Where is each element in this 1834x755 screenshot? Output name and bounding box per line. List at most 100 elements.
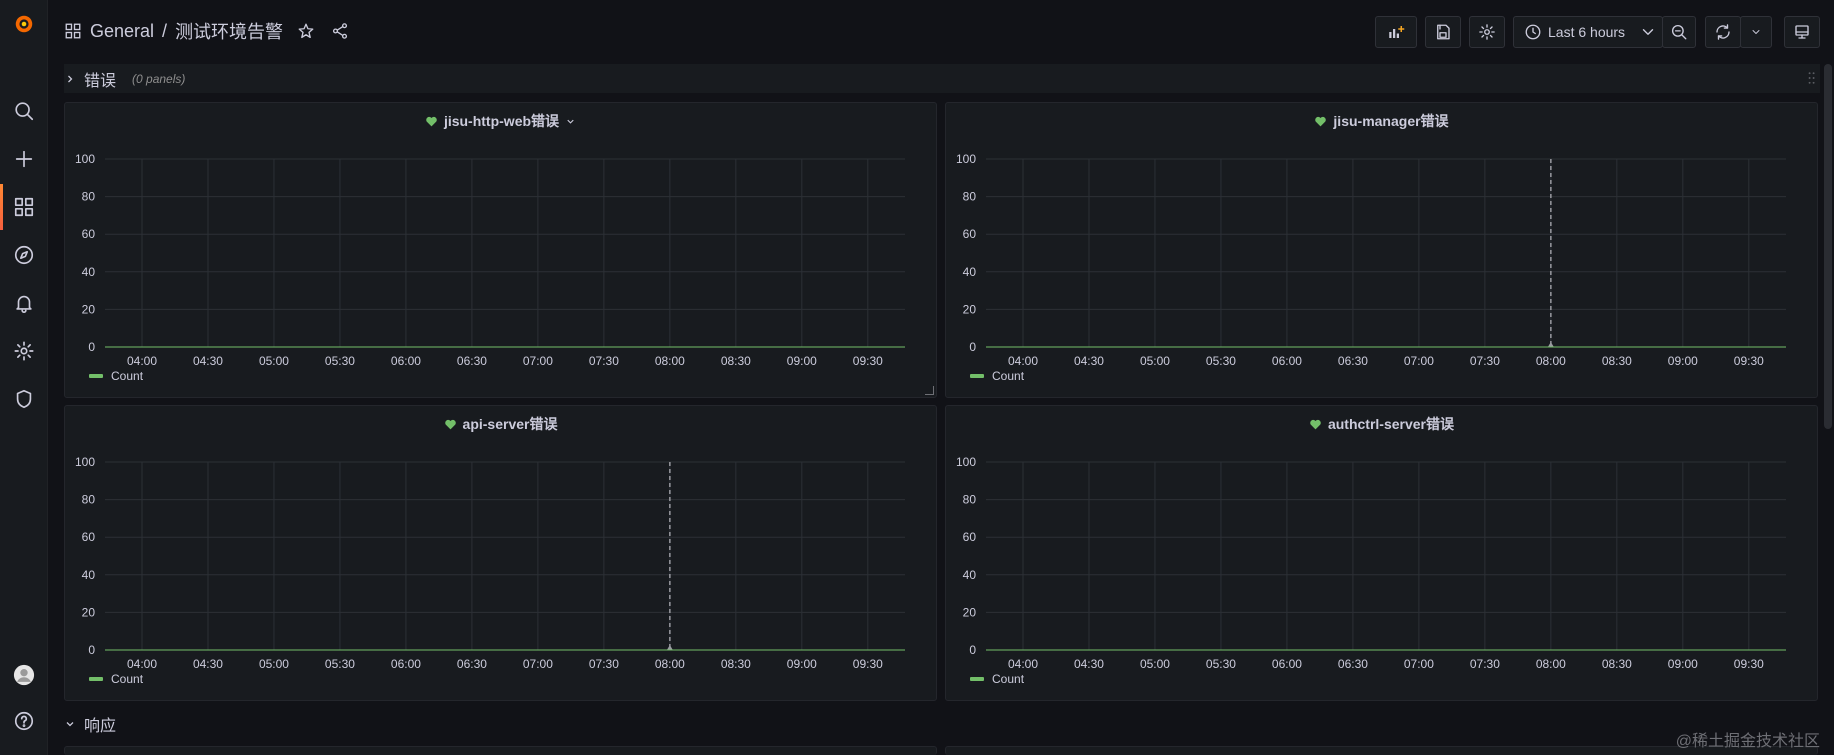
x-tick-label: 08:30: [1602, 354, 1632, 368]
add-panel-button[interactable]: [1375, 16, 1417, 48]
dashboard-title[interactable]: 测试环境告警: [175, 18, 283, 44]
legend-swatch: [970, 374, 984, 378]
active-indicator: [0, 184, 3, 230]
y-tick-label: 0: [969, 643, 976, 657]
x-tick-label: 09:30: [853, 657, 883, 671]
x-tick-label: 08:00: [1536, 657, 1566, 671]
x-tick-label: 05:00: [1140, 657, 1170, 671]
legend-item[interactable]: Count: [89, 672, 143, 686]
chevron-down-icon: [1639, 23, 1657, 41]
x-tick-label: 07:00: [1404, 354, 1434, 368]
y-tick-label: 20: [963, 302, 977, 316]
x-tick-label: 05:00: [259, 354, 289, 368]
side-menu: [0, 0, 48, 755]
graph-panel[interactable]: jisu-manager错误 100 80 60 40 20 0 04:00 04:30 05:…: [945, 102, 1818, 398]
y-tick-label: 20: [963, 605, 977, 619]
grafana-logo-icon[interactable]: [9, 9, 39, 39]
y-tick-label: 60: [82, 530, 96, 544]
dashboard-navbar: General / 测试环境告警 Last 6 hours: [48, 0, 1834, 64]
save-dashboard-button[interactable]: [1425, 16, 1461, 48]
x-tick-label: 05:30: [325, 657, 355, 671]
graph-panel[interactable]: jisu-http-web错误 100 80 60 40 20 0 04:00 04:30 05…: [64, 102, 937, 398]
x-tick-label: 07:00: [523, 354, 553, 368]
breadcrumb-folder[interactable]: General: [90, 21, 154, 42]
y-tick-label: 60: [82, 227, 96, 241]
y-tick-label: 80: [963, 190, 977, 204]
y-tick-label: 60: [963, 530, 977, 544]
y-tick-label: 40: [963, 265, 977, 279]
y-tick-label: 40: [82, 265, 96, 279]
x-tick-label: 08:00: [1536, 354, 1566, 368]
x-tick-label: 09:00: [1668, 354, 1698, 368]
y-tick-label: 80: [82, 493, 96, 507]
legend-item[interactable]: Count: [970, 672, 1024, 686]
x-tick-label: 08:00: [655, 354, 685, 368]
alerting-bell-icon[interactable]: [9, 288, 39, 318]
x-tick-label: 04:00: [1008, 657, 1038, 671]
star-icon[interactable]: [297, 22, 315, 40]
x-tick-label: 09:00: [787, 657, 817, 671]
legend-label: Count: [992, 369, 1025, 383]
drag-handle-icon[interactable]: [1808, 70, 1816, 86]
tv-mode-button[interactable]: [1784, 16, 1820, 48]
help-question-icon[interactable]: [9, 706, 39, 736]
x-tick-label: 07:30: [1470, 354, 1500, 368]
legend-label: Count: [992, 672, 1025, 686]
refresh-interval-dropdown[interactable]: [1740, 16, 1772, 48]
x-tick-label: 05:30: [325, 354, 355, 368]
y-tick-label: 100: [956, 455, 976, 469]
refresh-button[interactable]: [1705, 16, 1741, 48]
time-range-label: Last 6 hours: [1548, 24, 1626, 40]
x-tick-label: 05:00: [259, 657, 289, 671]
x-tick-label: 07:30: [589, 354, 619, 368]
graph-canvas: 100 80 60 40 20 0 04:00 04:30 05:00 05:30 06:00 06:…: [75, 455, 905, 671]
x-tick-label: 08:30: [721, 354, 751, 368]
configuration-gear-icon[interactable]: [9, 336, 39, 366]
server-admin-shield-icon[interactable]: [9, 384, 39, 414]
page-scrollbar[interactable]: [1824, 64, 1832, 429]
x-tick-label: 08:00: [655, 657, 685, 671]
x-tick-label: 06:30: [1338, 657, 1368, 671]
dashboards-icon[interactable]: [9, 192, 39, 222]
legend-item[interactable]: Count: [89, 369, 143, 383]
x-tick-label: 04:30: [193, 354, 223, 368]
graph-panel[interactable]: api-server错误 100 80 60 40 20 0 04:00 04:30 05:00…: [64, 405, 937, 701]
annotation-marker-tip: [666, 645, 673, 650]
row-header-errors[interactable]: 错误 (0 panels): [64, 64, 1820, 93]
dashboard-settings-button[interactable]: [1469, 16, 1505, 48]
y-tick-label: 0: [969, 340, 976, 354]
zoom-out-button[interactable]: [1662, 16, 1696, 48]
y-tick-label: 40: [82, 568, 96, 582]
x-tick-label: 08:30: [721, 657, 751, 671]
row-header-response[interactable]: 响应: [64, 710, 116, 738]
y-tick-label: 0: [88, 340, 95, 354]
row-panel-count: (0 panels): [132, 71, 186, 86]
x-tick-label: 07:30: [1470, 657, 1500, 671]
x-tick-label: 07:30: [589, 657, 619, 671]
user-avatar-icon[interactable]: [9, 660, 39, 690]
x-tick-label: 07:00: [523, 657, 553, 671]
y-tick-label: 20: [82, 302, 96, 316]
explore-compass-icon[interactable]: [9, 240, 39, 270]
x-tick-label: 04:00: [1008, 354, 1038, 368]
x-tick-label: 06:30: [1338, 354, 1368, 368]
x-tick-label: 06:00: [1272, 354, 1302, 368]
legend-swatch: [89, 374, 103, 378]
share-icon[interactable]: [331, 22, 349, 40]
graph-panel[interactable]: authctrl-server错误 100 80 60 40 20 0 04:00 04:30…: [945, 405, 1818, 701]
y-tick-label: 80: [82, 190, 96, 204]
search-icon[interactable]: [9, 96, 39, 126]
y-tick-label: 0: [88, 643, 95, 657]
x-tick-label: 05:30: [1206, 354, 1236, 368]
legend-swatch: [970, 677, 984, 681]
legend-label: Count: [111, 672, 144, 686]
x-tick-label: 06:00: [391, 354, 421, 368]
create-plus-icon[interactable]: [9, 144, 39, 174]
chevron-down-icon: [64, 718, 76, 730]
resize-handle[interactable]: [925, 386, 934, 395]
time-picker-button[interactable]: Last 6 hours: [1513, 16, 1663, 48]
clock-icon: [1524, 23, 1542, 41]
legend-item[interactable]: Count: [970, 369, 1024, 383]
x-tick-label: 04:30: [193, 657, 223, 671]
x-tick-label: 09:00: [1668, 657, 1698, 671]
